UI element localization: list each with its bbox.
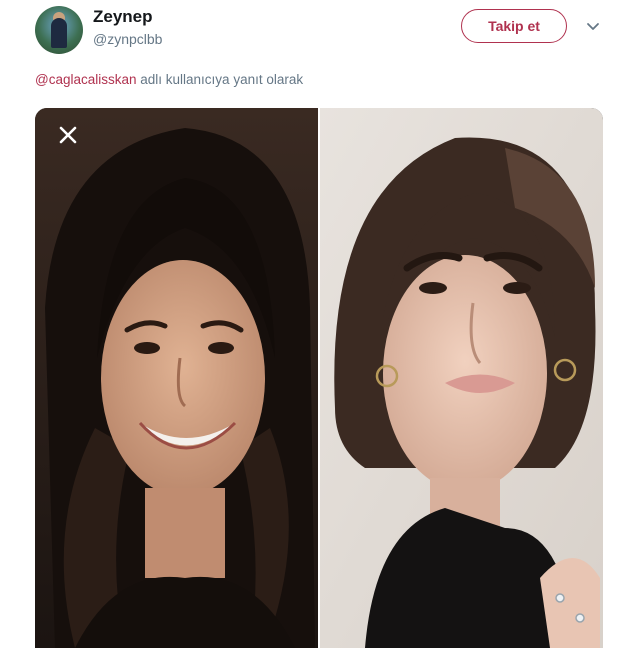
reply-context-text: adlı kullanıcıya yanıt olarak — [136, 72, 304, 87]
tweet-media[interactable] — [35, 108, 603, 648]
author-display-name[interactable]: Zeynep — [93, 7, 153, 27]
avatar-figure — [51, 18, 67, 48]
reply-mention-link[interactable]: @caglacalisskan — [35, 72, 137, 87]
reply-context: @caglacalisskan adlı kullanıcıya yanıt o… — [35, 72, 303, 87]
close-icon[interactable] — [55, 122, 81, 148]
follow-button[interactable]: Takip et — [461, 9, 567, 43]
before-photo — [35, 108, 319, 648]
author-handle[interactable]: @zynpclbb — [93, 31, 162, 47]
after-photo — [319, 108, 603, 648]
tweet-card: Zeynep @zynpclbb Takip et @caglacalisska… — [0, 0, 635, 648]
chevron-down-icon[interactable] — [584, 18, 602, 36]
avatar[interactable] — [35, 6, 83, 54]
